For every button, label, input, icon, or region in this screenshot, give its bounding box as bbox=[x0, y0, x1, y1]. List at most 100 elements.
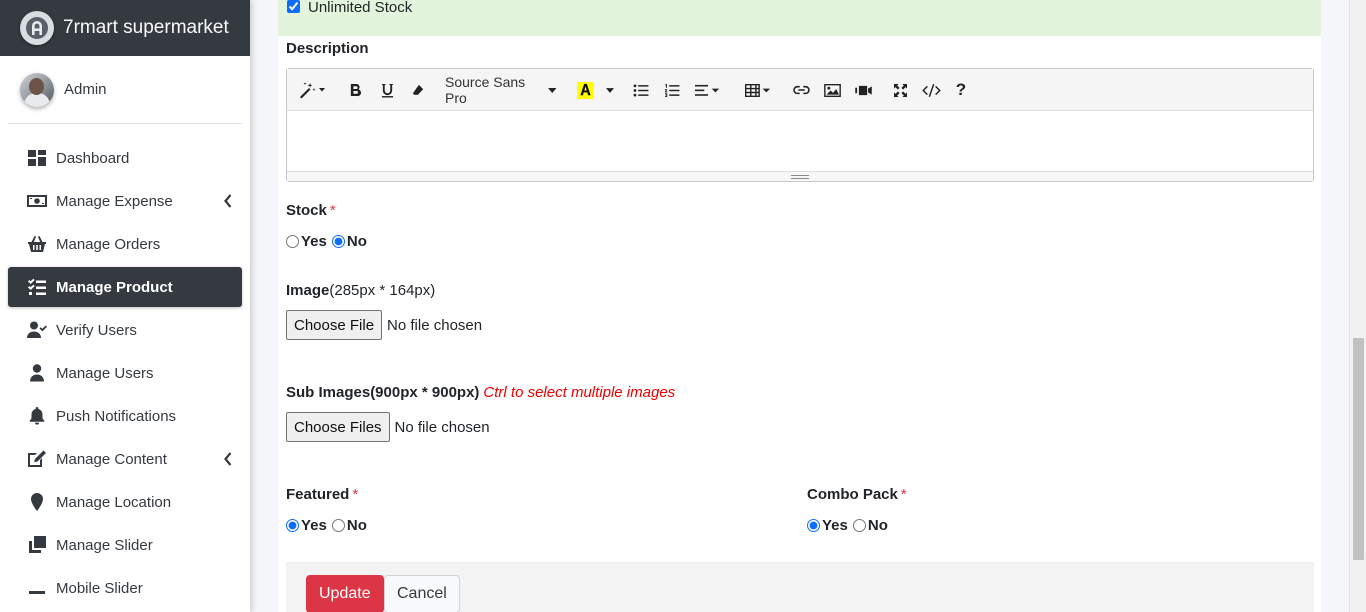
picture-icon[interactable] bbox=[822, 79, 842, 101]
color-dropdown-caret-icon[interactable] bbox=[604, 79, 616, 101]
unlimited-stock-checkbox[interactable] bbox=[287, 0, 300, 13]
sidebar-nav: Dashboard Manage Expense Manage Orders M… bbox=[0, 124, 250, 608]
sidebar-item-label: Manage Slider bbox=[56, 536, 153, 554]
font-family-dropdown[interactable]: Source Sans Pro bbox=[445, 74, 557, 106]
text-color-icon[interactable] bbox=[575, 79, 595, 101]
video-icon[interactable] bbox=[853, 79, 873, 101]
featured-radio-group: Yes No bbox=[286, 517, 372, 534]
combo-pack-no-radio[interactable] bbox=[852, 519, 866, 532]
stock-no-radio[interactable] bbox=[331, 235, 345, 248]
required-mark: * bbox=[329, 202, 336, 219]
brand-logo-icon bbox=[20, 11, 54, 45]
link-icon[interactable] bbox=[791, 79, 811, 101]
bold-icon[interactable] bbox=[347, 79, 365, 101]
chevron-left-icon bbox=[224, 194, 232, 208]
sidebar-item-mobile-slider[interactable]: Mobile Slider bbox=[8, 568, 242, 608]
editor-toolbar: Source Sans Pro ? bbox=[287, 69, 1313, 111]
product-form-card: Unlimited Stock Description Source Sans … bbox=[278, 0, 1321, 612]
image-file-status: No file chosen bbox=[387, 316, 483, 334]
sidebar-item-manage-users[interactable]: Manage Users bbox=[8, 353, 242, 393]
brand-title: 7rmart supermarket bbox=[63, 17, 229, 38]
scrollbar-thumb[interactable] bbox=[1353, 338, 1364, 560]
map-marker-icon bbox=[26, 492, 48, 512]
fullscreen-icon[interactable] bbox=[890, 79, 910, 101]
combo-pack-yes-radio[interactable] bbox=[807, 519, 820, 532]
stock-no-label[interactable]: No bbox=[347, 233, 367, 250]
sidebar-item-manage-expense[interactable]: Manage Expense bbox=[8, 181, 242, 221]
user-name: Admin bbox=[64, 81, 107, 98]
sidebar-item-verify-users[interactable]: Verify Users bbox=[8, 310, 242, 350]
stock-yes-label[interactable]: Yes bbox=[301, 233, 327, 250]
magic-style-icon[interactable] bbox=[297, 79, 327, 101]
sidebar-item-label: Manage Expense bbox=[56, 192, 173, 210]
combo-pack-no-label[interactable]: No bbox=[868, 517, 888, 534]
sub-images-hint: Ctrl to select multiple images bbox=[483, 384, 676, 401]
stock-label: Stock * bbox=[286, 202, 336, 219]
sidebar-item-label: Mobile Slider bbox=[56, 579, 143, 597]
user-check-icon bbox=[26, 320, 48, 340]
brand-link[interactable]: 7rmart supermarket bbox=[0, 0, 250, 56]
caret-down-icon bbox=[548, 87, 557, 93]
sub-images-file-status: No file chosen bbox=[394, 418, 490, 436]
featured-yes-radio[interactable] bbox=[286, 519, 299, 532]
unlimited-stock-row: Unlimited Stock bbox=[278, 0, 1321, 36]
sub-images-file-input: Choose Files No file chosen bbox=[286, 412, 490, 442]
sidebar-item-manage-slider[interactable]: Manage Slider bbox=[8, 525, 242, 565]
choose-file-button[interactable]: Choose File bbox=[286, 310, 383, 340]
underline-icon[interactable] bbox=[378, 79, 396, 101]
user-panel[interactable]: Admin bbox=[8, 56, 242, 124]
sidebar-item-label: Manage Content bbox=[56, 450, 167, 468]
featured-yes-label[interactable]: Yes bbox=[301, 517, 327, 534]
image-size-hint: (285px * 164px) bbox=[329, 282, 436, 299]
sub-images-label: Sub Images(900px * 900px) Ctrl to select … bbox=[286, 384, 675, 401]
description-editor-body[interactable] bbox=[287, 111, 1313, 171]
tasks-icon bbox=[26, 277, 48, 297]
bell-icon bbox=[26, 406, 48, 426]
page-scrollbar[interactable] bbox=[1349, 0, 1366, 612]
combo-pack-yes-label[interactable]: Yes bbox=[822, 517, 848, 534]
sidebar-item-manage-orders[interactable]: Manage Orders bbox=[8, 224, 242, 264]
clone-icon bbox=[26, 535, 48, 555]
dashboard-icon bbox=[26, 148, 48, 168]
editor-resize-handle[interactable] bbox=[287, 171, 1313, 181]
image-file-input: Choose File No file chosen bbox=[286, 310, 482, 340]
sub-images-label-text: Sub Images(900px * 900px) bbox=[286, 384, 480, 401]
combo-pack-radio-group: Yes No bbox=[807, 517, 893, 534]
table-icon[interactable] bbox=[743, 79, 773, 101]
stock-yes-radio[interactable] bbox=[286, 235, 299, 248]
code-view-icon[interactable] bbox=[919, 79, 943, 101]
minus-icon bbox=[26, 578, 48, 598]
help-icon[interactable]: ? bbox=[953, 79, 969, 101]
stock-radio-group: Yes No bbox=[286, 233, 372, 250]
sidebar-item-label: Dashboard bbox=[56, 149, 130, 167]
sidebar-item-manage-location[interactable]: Manage Location bbox=[8, 482, 242, 522]
sidebar-item-dashboard[interactable]: Dashboard bbox=[8, 138, 242, 178]
description-editor: Source Sans Pro ? bbox=[286, 68, 1314, 182]
ordered-list-icon[interactable] bbox=[663, 79, 681, 101]
unordered-list-icon[interactable] bbox=[632, 79, 650, 101]
update-button[interactable]: Update bbox=[306, 575, 384, 612]
cancel-button[interactable]: Cancel bbox=[384, 575, 460, 612]
eraser-icon[interactable] bbox=[409, 79, 427, 101]
sidebar-item-push-notifications[interactable]: Push Notifications bbox=[8, 396, 242, 436]
image-label-text: Image bbox=[286, 282, 330, 299]
sidebar-item-label: Manage Users bbox=[56, 364, 154, 382]
featured-no-label[interactable]: No bbox=[347, 517, 367, 534]
featured-no-radio[interactable] bbox=[331, 519, 345, 532]
chevron-left-icon bbox=[224, 452, 232, 466]
paragraph-align-icon[interactable] bbox=[693, 79, 723, 101]
combo-pack-label-text: Combo Pack bbox=[807, 486, 898, 503]
sidebar-item-manage-product[interactable]: Manage Product bbox=[8, 267, 242, 307]
sidebar-item-manage-content[interactable]: Manage Content bbox=[8, 439, 242, 479]
image-label: Image(285px * 164px) bbox=[286, 282, 435, 299]
sidebar: 7rmart supermarket Admin Dashboard Manag… bbox=[0, 0, 250, 612]
sidebar-item-label: Manage Orders bbox=[56, 235, 161, 253]
font-family-value: Source Sans Pro bbox=[445, 74, 526, 106]
featured-label-text: Featured bbox=[286, 486, 350, 503]
form-footer: Update Cancel bbox=[286, 562, 1314, 612]
sidebar-item-label: Manage Product bbox=[56, 278, 173, 296]
choose-files-button[interactable]: Choose Files bbox=[286, 412, 390, 442]
description-label: Description bbox=[286, 40, 369, 57]
main-content: Unlimited Stock Description Source Sans … bbox=[250, 0, 1334, 612]
sidebar-item-label: Push Notifications bbox=[56, 407, 177, 425]
